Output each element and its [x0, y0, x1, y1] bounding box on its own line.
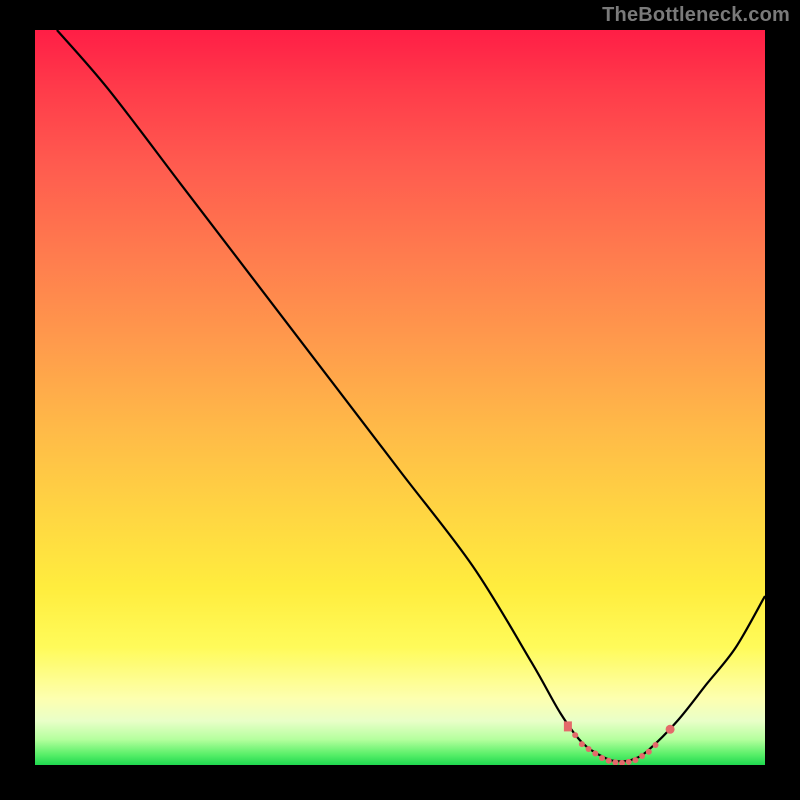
optimal-dot — [646, 749, 652, 755]
chart-container: TheBottleneck.com — [0, 0, 800, 800]
plot-area — [35, 30, 765, 765]
optimal-dot — [606, 758, 612, 764]
optimal-dot — [572, 732, 578, 738]
optimal-dot — [632, 757, 638, 763]
optimal-dot — [639, 753, 645, 759]
optimal-range-markers — [564, 721, 675, 765]
optimal-end-marker — [666, 725, 675, 734]
bottleneck-curve-line — [57, 30, 765, 761]
optimal-dot — [626, 759, 632, 765]
chart-svg — [35, 30, 765, 765]
optimal-dot — [592, 751, 598, 757]
optimal-dot — [586, 746, 592, 752]
optimal-dot — [579, 741, 585, 747]
optimal-dot — [599, 755, 605, 761]
optimal-start-marker — [564, 721, 572, 731]
watermark-text: TheBottleneck.com — [602, 4, 790, 27]
optimal-dot — [653, 742, 659, 748]
